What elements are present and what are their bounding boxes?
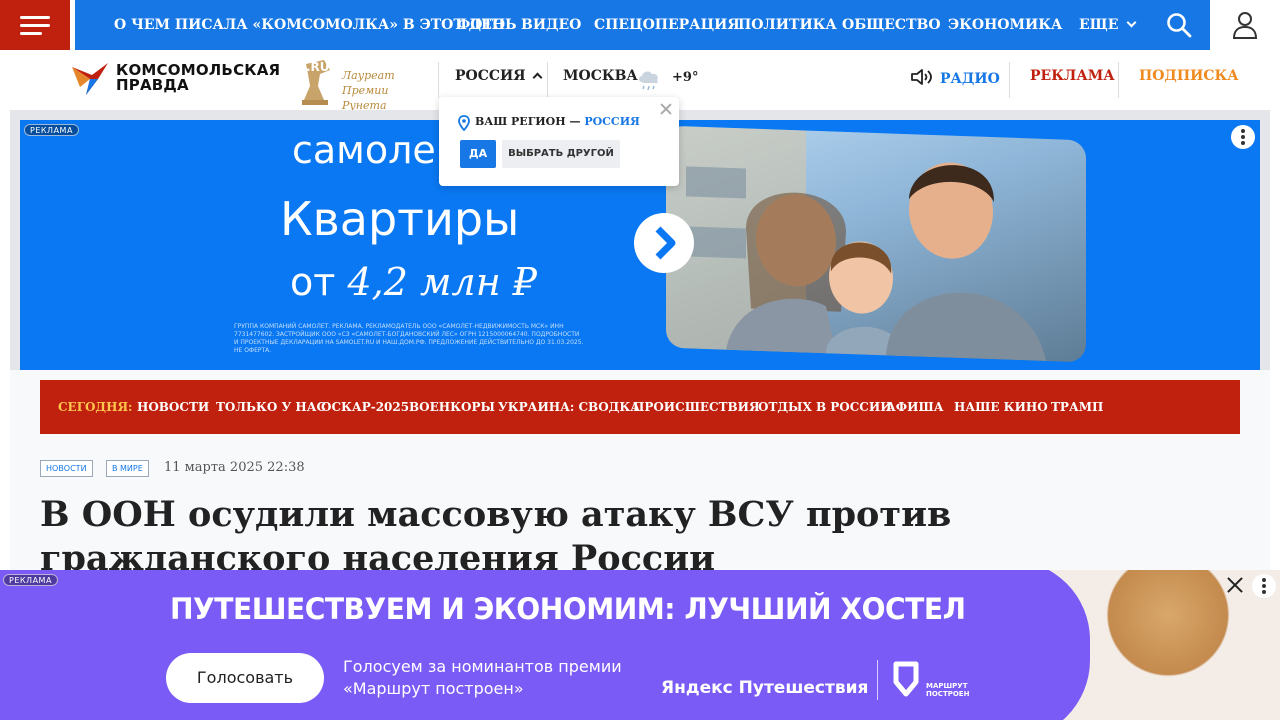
nav-more-button[interactable]: ЕЩЕ bbox=[1079, 0, 1137, 50]
tag-news[interactable]: НОВОСТИ bbox=[40, 460, 93, 477]
today-topics-bar: СЕГОДНЯ: НОВОСТИ ТОЛЬКО У НАС ОСКАР-2025… bbox=[40, 380, 1240, 434]
nav-item-photo[interactable]: ФОТО bbox=[457, 0, 505, 50]
banner-family-photo bbox=[666, 125, 1086, 363]
radio-label: РАДИО bbox=[940, 71, 1000, 87]
topic-trump[interactable]: ТРАМП bbox=[1051, 380, 1103, 434]
banner-fine-print: ГРУППА КОМПАНИЙ САМОЛЕТ. РЕКЛАМА. РЕКЛАМ… bbox=[234, 323, 584, 354]
partner-logo-text: МАРШРУТ ПОСТРОЕН bbox=[926, 682, 969, 698]
partner-line-1: МАРШРУТ bbox=[926, 682, 968, 690]
laureate-line-2: Премии Рунета bbox=[342, 84, 389, 112]
choose-other-region-button[interactable]: ВЫБРАТЬ ДРУГОЙ bbox=[502, 140, 620, 168]
hamburger-icon bbox=[20, 15, 50, 19]
ad-label: РЕКЛАМА bbox=[24, 124, 79, 136]
confirm-region-button[interactable]: ДА bbox=[460, 140, 496, 168]
banner-price-prefix: от bbox=[290, 260, 336, 304]
chevron-up-icon bbox=[532, 72, 543, 83]
ad-divider bbox=[877, 660, 878, 700]
topic-afisha[interactable]: АФИША bbox=[886, 380, 944, 434]
advertising-link[interactable]: РЕКЛАМА bbox=[1030, 68, 1115, 84]
chevron-down-icon bbox=[1127, 17, 1137, 28]
bottom-ad-text: Голосуем за номинантов премии «Маршрут п… bbox=[343, 656, 622, 700]
search-icon[interactable] bbox=[1166, 12, 1192, 38]
banner-brand: самоле bbox=[292, 128, 436, 172]
chevron-right-icon bbox=[655, 226, 676, 260]
nav-item-special-operation[interactable]: СПЕЦОПЕРАЦИЯ bbox=[594, 0, 740, 50]
hamburger-menu-button[interactable] bbox=[0, 0, 70, 50]
yandex-travel-logo: Яндекс Путешествия bbox=[661, 678, 869, 698]
user-icon[interactable] bbox=[1232, 11, 1258, 39]
close-ad-icon[interactable] bbox=[1224, 574, 1246, 596]
partner-line-2: ПОСТРОЕН bbox=[926, 690, 970, 698]
header-divider bbox=[438, 62, 439, 98]
ad-label: РЕКЛАМА bbox=[3, 574, 58, 586]
site-logo[interactable]: КОМСОМОЛЬСКАЯ ПРАВДА bbox=[70, 60, 280, 100]
popup-message: ВАШ РЕГИОН — РОССИЯ bbox=[475, 115, 640, 128]
location-pin-icon bbox=[458, 115, 470, 131]
header-divider bbox=[547, 62, 548, 98]
top-navigation: О ЧЕМ ПИСАЛА «КОМСОМОЛКА» В ЭТОТ ДЕНЬ ФО… bbox=[0, 0, 1280, 50]
laureate-line-1: Лауреат bbox=[342, 69, 395, 82]
radio-link[interactable]: РАДИО bbox=[910, 68, 1000, 87]
tag-world[interactable]: В МИРЕ bbox=[106, 460, 149, 477]
region-label: РОССИЯ bbox=[455, 68, 526, 84]
bottom-ad-text-line-2: «Маршрут построен» bbox=[343, 679, 524, 698]
popup-prefix: ВАШ РЕГИОН — bbox=[475, 115, 581, 128]
topic-our-cinema[interactable]: НАШЕ КИНО bbox=[954, 380, 1048, 434]
bottom-ad-text-line-1: Голосуем за номинантов премии bbox=[343, 657, 622, 676]
city-label[interactable]: МОСКВА bbox=[563, 68, 638, 84]
topic-exclusive[interactable]: ТОЛЬКО У НАС bbox=[216, 380, 326, 434]
banner-arrow-button[interactable] bbox=[634, 213, 694, 273]
bottom-ad-options-button[interactable] bbox=[1252, 574, 1276, 598]
topic-oscar[interactable]: ОСКАР-2025 bbox=[321, 380, 409, 434]
cloud-rain-icon bbox=[639, 71, 658, 91]
banner-title: Квартиры bbox=[280, 192, 520, 246]
vote-button[interactable]: Голосовать bbox=[166, 653, 324, 703]
close-icon[interactable] bbox=[659, 102, 673, 116]
route-logo-icon bbox=[893, 661, 919, 697]
topic-travel-russia[interactable]: ОТДЫХ В РОССИИ bbox=[758, 380, 892, 434]
today-label: СЕГОДНЯ: bbox=[58, 400, 133, 414]
header-divider bbox=[1009, 62, 1010, 98]
banner-price-value: 4,2 млн ₽ bbox=[347, 260, 537, 304]
more-dots-icon bbox=[1241, 129, 1245, 133]
region-selector[interactable]: РОССИЯ bbox=[455, 68, 543, 84]
temperature: +9° bbox=[672, 70, 699, 85]
topic-incidents[interactable]: ПРОИСШЕСТВИЯ bbox=[633, 380, 760, 434]
header-divider bbox=[1118, 62, 1119, 98]
topic-news[interactable]: НОВОСТИ bbox=[137, 380, 209, 434]
region-confirm-popup: ВАШ РЕГИОН — РОССИЯ ДА ВЫБРАТЬ ДРУГОЙ bbox=[439, 97, 679, 186]
swallow-logo-icon bbox=[72, 63, 108, 95]
topic-ukraine-summary[interactable]: УКРАИНА: СВОДКА bbox=[498, 380, 640, 434]
speaker-icon bbox=[911, 69, 932, 85]
bottom-ad-banner[interactable]: РЕКЛАМА ПУТЕШЕСТВУЕМ И ЭКОНОМИМ: ЛУЧШИЙ … bbox=[0, 570, 1280, 720]
nav-item-economy[interactable]: ЭКОНОМИКА bbox=[948, 0, 1062, 50]
topic-war-correspondents[interactable]: ВОЕНКОРЫ bbox=[409, 380, 495, 434]
award-ru-text: .RU bbox=[306, 60, 330, 74]
logo-line-2: ПРАВДА bbox=[116, 76, 189, 94]
article-headline: В ООН осудили массовую атаку ВСУ против … bbox=[40, 494, 952, 579]
banner-price: от 4,2 млн ₽ bbox=[290, 260, 537, 304]
article-date: 11 марта 2025 22:38 bbox=[164, 460, 305, 475]
more-dots-icon bbox=[1262, 578, 1266, 582]
runet-award-badge: .RU Лауреат Премии Рунета bbox=[294, 54, 434, 112]
popup-region: РОССИЯ bbox=[584, 115, 640, 128]
banner-options-button[interactable] bbox=[1231, 125, 1255, 149]
nav-more-label: ЕЩЕ bbox=[1079, 17, 1119, 33]
subscribe-link[interactable]: ПОДПИСКА bbox=[1139, 68, 1239, 84]
bottom-ad-title: ПУТЕШЕСТВУЕМ И ЭКОНОМИМ: ЛУЧШИЙ ХОСТЕЛ bbox=[170, 592, 966, 626]
nav-item-politics[interactable]: ПОЛИТИКА bbox=[738, 0, 837, 50]
nav-item-video[interactable]: ВИДЕО bbox=[521, 0, 581, 50]
nav-item-society[interactable]: ОБЩЕСТВО bbox=[842, 0, 941, 50]
